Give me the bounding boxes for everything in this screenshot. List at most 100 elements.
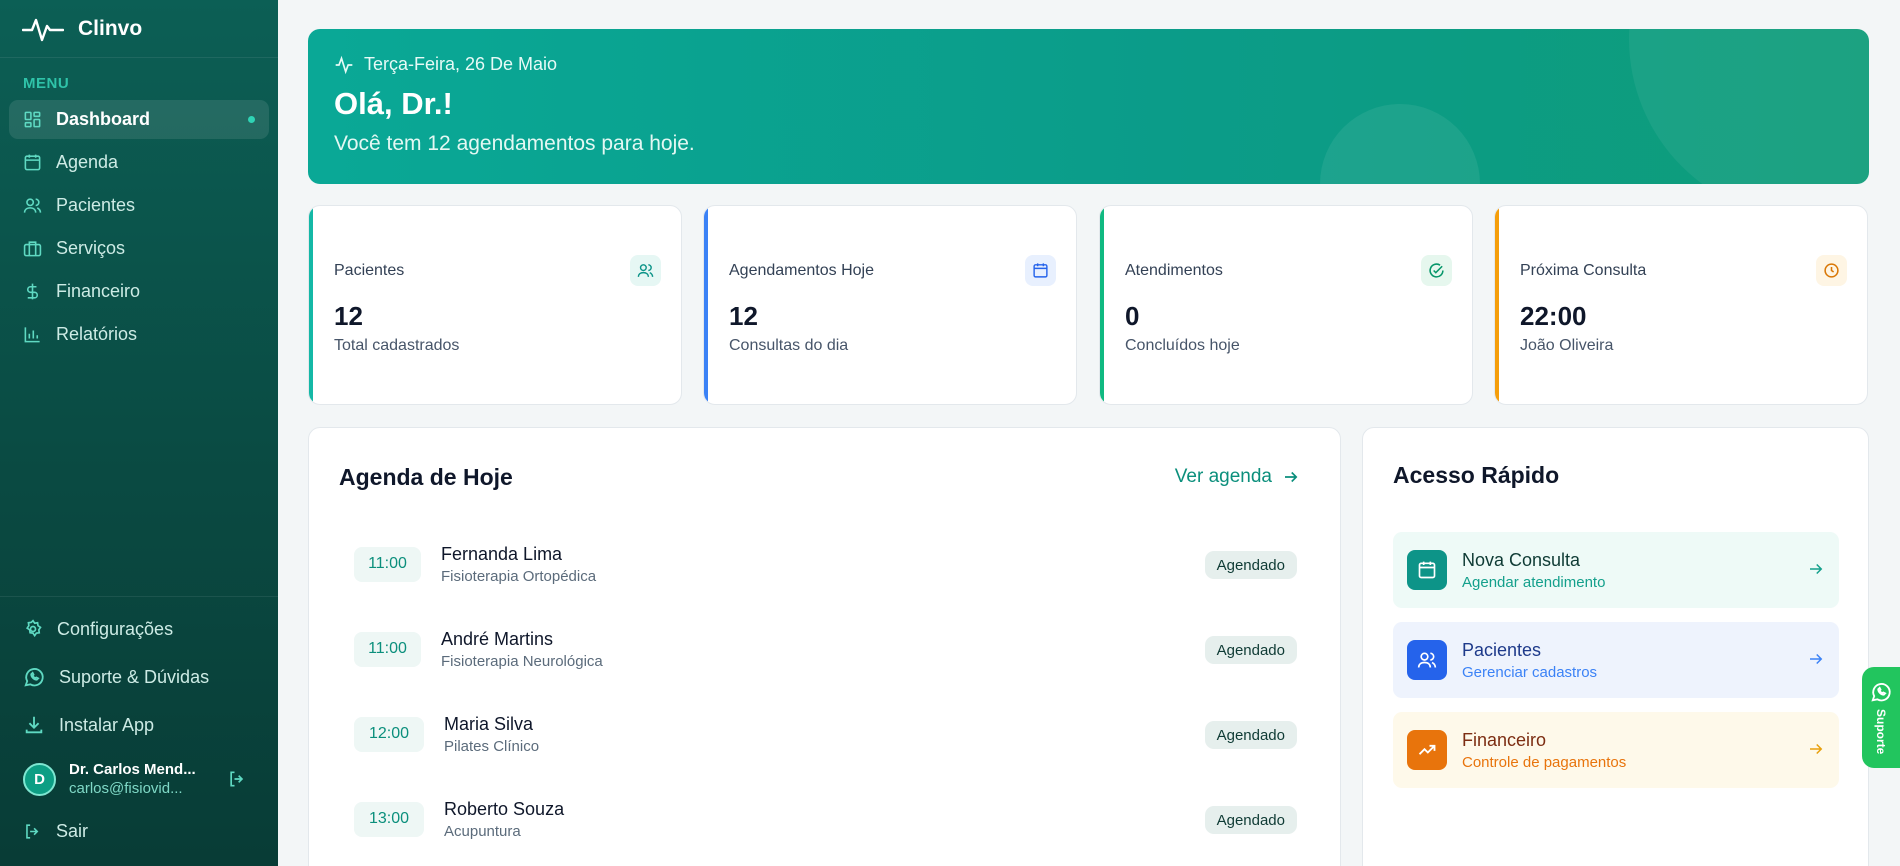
- brand[interactable]: Clinvo: [0, 0, 278, 58]
- quick-item-sub: Gerenciar cadastros: [1462, 663, 1598, 681]
- quick-item-title: Nova Consulta: [1462, 549, 1581, 570]
- status-badge: Agendado: [1204, 636, 1297, 664]
- view-agenda-label: Ver agenda: [1174, 466, 1272, 487]
- quick-item-text: Nova Consulta Agendar atendimento: [1462, 550, 1605, 591]
- logout-icon[interactable]: [227, 769, 247, 789]
- appointment-row[interactable]: 11:00 André Martins Fisioterapia Neuroló…: [354, 619, 1297, 679]
- quick-financial[interactable]: Financeiro Controle de pagamentos: [1393, 712, 1839, 788]
- quick-patients[interactable]: Pacientes Gerenciar cadastros: [1393, 622, 1839, 698]
- sidebar-item-label: Agenda: [56, 152, 119, 172]
- greeting-subtitle: Você tem 12 agendamentos para hoje.: [334, 132, 695, 155]
- sidebar-item-label: Pacientes: [56, 195, 136, 215]
- avatar: D: [23, 762, 56, 796]
- stat-card-atendimentos[interactable]: Atendimentos 0 Concluídos hoje: [1099, 205, 1473, 405]
- appointment-info: André Martins Fisioterapia Neurológica: [441, 629, 603, 670]
- service-name: Acupuntura: [444, 822, 521, 840]
- quick-item-sub: Agendar atendimento: [1462, 573, 1606, 591]
- calendar-icon: [1025, 255, 1056, 286]
- appointment-info: Maria Silva Pilates Clínico: [444, 714, 539, 755]
- stat-value: 12: [334, 301, 363, 331]
- sidebar: Clinvo MENU Dashboard Agenda Pacientes S…: [0, 0, 278, 866]
- user-email: carlos@fisiovid...: [69, 780, 183, 797]
- quick-item-sub: Controle de pagamentos: [1462, 753, 1627, 771]
- support-link[interactable]: Suporte & Dúvidas: [0, 657, 278, 697]
- sidebar-item-label: Relatórios: [56, 324, 138, 344]
- calendar-icon: [1407, 550, 1447, 590]
- stat-card-pacientes[interactable]: Pacientes 12 Total cadastrados: [308, 205, 682, 405]
- patient-name: Maria Silva: [444, 713, 534, 734]
- stat-value: 12: [729, 301, 758, 331]
- sidebar-item-label: Financeiro: [56, 281, 141, 301]
- user-info: Dr. Carlos Mend... carlos@fisiovid...: [69, 761, 209, 797]
- arrow-right-icon: [1810, 653, 1823, 665]
- sidebar-item-pacientes[interactable]: Pacientes: [9, 186, 269, 225]
- stat-card-proxima-consulta[interactable]: Próxima Consulta 22:00 João Oliveira: [1494, 205, 1868, 405]
- current-date: Terça-Feira, 26 De Maio: [334, 54, 557, 75]
- stat-card-agendamentos[interactable]: Agendamentos Hoje 12 Consultas do dia: [703, 205, 1077, 405]
- sidebar-bottom: Configurações Suporte & Dúvidas Instalar…: [0, 596, 278, 859]
- status-badge: Agendado: [1204, 551, 1297, 579]
- appointment-time: 11:00: [354, 631, 421, 667]
- sidebar-item-agenda[interactable]: Agenda: [9, 143, 269, 182]
- stat-label: Atendimentos: [1125, 262, 1223, 279]
- appointment-row[interactable]: 12:00 Maria Silva Pilates Clínico Agenda…: [354, 704, 1297, 764]
- quick-item-text: Pacientes Gerenciar cadastros: [1462, 640, 1597, 681]
- user-profile[interactable]: D Dr. Carlos Mend... carlos@fisiovid...: [0, 753, 278, 805]
- quick-new-appointment[interactable]: Nova Consulta Agendar atendimento: [1393, 532, 1839, 608]
- appointment-info: Fernanda Lima Fisioterapia Ortopédica: [441, 544, 596, 585]
- quick-item-title: Financeiro: [1462, 729, 1547, 750]
- patient-name: Roberto Souza: [444, 798, 565, 819]
- sidebar-item-relatorios[interactable]: Relatórios: [9, 315, 269, 354]
- status-badge: Agendado: [1204, 806, 1297, 834]
- dollar-icon: [27, 283, 38, 300]
- decorative-circle: [1629, 29, 1869, 184]
- stat-label: Pacientes: [334, 262, 405, 279]
- sidebar-item-label: Dashboard: [56, 109, 151, 129]
- users-icon: [1407, 640, 1447, 680]
- sidebar-item-financeiro[interactable]: Financeiro: [9, 272, 269, 311]
- settings-link[interactable]: Configurações: [0, 609, 278, 649]
- quick-item-text: Financeiro Controle de pagamentos: [1462, 730, 1626, 771]
- appointment-row[interactable]: 13:00 Roberto Souza Acupuntura Agendado: [354, 789, 1297, 849]
- whatsapp-label: Suporte: [1874, 709, 1888, 755]
- stat-value: 0: [1125, 301, 1140, 331]
- gear-icon: [26, 619, 42, 638]
- appointment-time: 13:00: [354, 801, 424, 837]
- appointment-info: Roberto Souza Acupuntura: [444, 799, 564, 840]
- whatsapp-support-button[interactable]: Suporte: [1862, 667, 1900, 768]
- stat-sub: Concluídos hoje: [1125, 337, 1240, 354]
- stat-sub: Consultas do dia: [729, 337, 849, 354]
- support-label: Suporte & Dúvidas: [59, 666, 210, 687]
- menu-label: MENU: [23, 75, 70, 92]
- install-app-link[interactable]: Instalar App: [0, 705, 278, 745]
- service-name: Fisioterapia Ortopédica: [441, 567, 597, 585]
- users-icon: [630, 255, 661, 286]
- arrow-right-icon: [1810, 563, 1823, 575]
- install-app-label: Instalar App: [59, 714, 155, 735]
- logout-icon: [26, 823, 39, 839]
- download-icon: [25, 716, 43, 734]
- pulse-logo-icon: [22, 18, 64, 41]
- clock-icon: [1816, 255, 1847, 286]
- briefcase-icon: [23, 241, 42, 257]
- quick-access-title: Acesso Rápido: [1393, 462, 1560, 488]
- active-indicator-dot: [248, 116, 255, 123]
- trending-up-icon: [1407, 730, 1447, 770]
- logout-button[interactable]: Sair: [0, 811, 278, 851]
- sidebar-item-dashboard[interactable]: Dashboard: [9, 100, 269, 139]
- arrow-right-icon: [1810, 743, 1823, 755]
- activity-icon: [335, 55, 353, 74]
- logout-label: Sair: [56, 820, 89, 841]
- decorative-circle: [1320, 104, 1480, 184]
- brand-name: Clinvo: [78, 16, 143, 40]
- appointment-row[interactable]: 11:00 Fernanda Lima Fisioterapia Ortopéd…: [354, 534, 1297, 594]
- stat-value: 22:00: [1520, 301, 1587, 331]
- service-name: Pilates Clínico: [444, 737, 540, 755]
- sidebar-item-servicos[interactable]: Serviços: [9, 229, 269, 268]
- view-agenda-link[interactable]: Ver agenda: [1175, 466, 1300, 488]
- check-circle-icon: [1421, 255, 1452, 286]
- agenda-panel: Agenda de Hoje Ver agenda 11:00 Fernanda…: [308, 427, 1341, 866]
- user-name: Dr. Carlos Mend...: [69, 761, 196, 778]
- calendar-icon: [24, 154, 41, 171]
- service-name: Fisioterapia Neurológica: [441, 652, 603, 670]
